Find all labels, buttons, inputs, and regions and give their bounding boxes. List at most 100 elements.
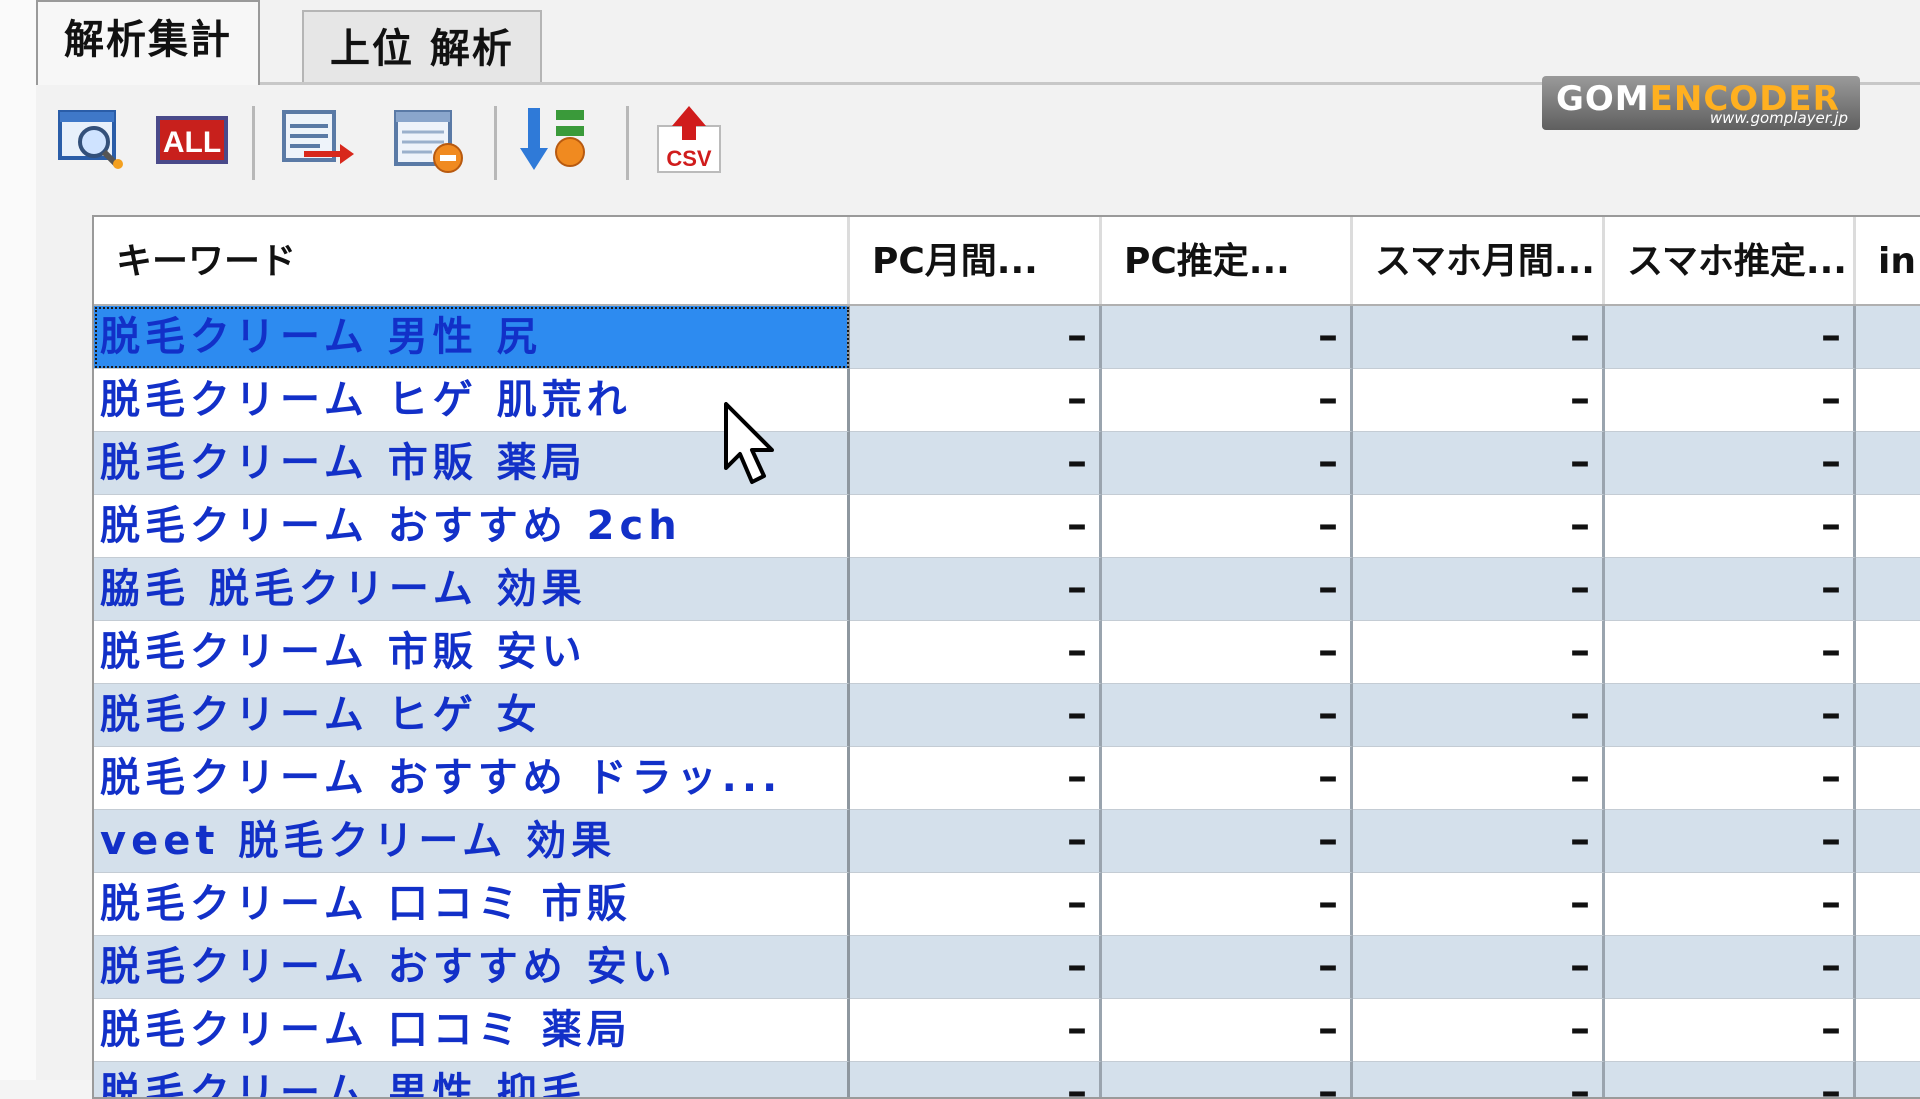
pc-monthly-cell[interactable]: – bbox=[850, 621, 1102, 684]
keyword-cell[interactable]: 脱毛クリーム 市販 安い bbox=[94, 621, 850, 684]
pc-monthly-cell[interactable]: – bbox=[850, 999, 1102, 1062]
keyword-cell[interactable]: 脱毛クリーム おすすめ 安い bbox=[94, 936, 850, 999]
delete-list-icon[interactable] bbox=[392, 104, 468, 176]
in-cell[interactable] bbox=[1856, 495, 1920, 558]
column-header-in[interactable]: in bbox=[1856, 217, 1920, 304]
table-row[interactable]: veet 脱毛クリーム 効果 – – – – bbox=[94, 810, 1920, 873]
smartphone-estimate-cell[interactable]: – bbox=[1605, 432, 1856, 495]
smartphone-estimate-cell[interactable]: – bbox=[1605, 558, 1856, 621]
pc-monthly-cell[interactable]: – bbox=[850, 810, 1102, 873]
pc-estimate-cell[interactable]: – bbox=[1102, 1062, 1353, 1097]
smartphone-estimate-cell[interactable]: – bbox=[1605, 936, 1856, 999]
keyword-cell[interactable]: 脱毛クリーム 口コミ 市販 bbox=[94, 873, 850, 936]
in-cell[interactable] bbox=[1856, 558, 1920, 621]
in-cell[interactable] bbox=[1856, 369, 1920, 432]
smartphone-monthly-cell[interactable]: – bbox=[1353, 684, 1605, 747]
smartphone-estimate-cell[interactable]: – bbox=[1605, 684, 1856, 747]
pc-monthly-cell[interactable]: – bbox=[850, 873, 1102, 936]
in-cell[interactable] bbox=[1856, 306, 1920, 369]
pc-monthly-cell[interactable]: – bbox=[850, 306, 1102, 369]
keyword-cell[interactable]: 脇毛 脱毛クリーム 効果 bbox=[94, 558, 850, 621]
smartphone-monthly-cell[interactable]: – bbox=[1353, 873, 1605, 936]
smartphone-estimate-cell[interactable]: – bbox=[1605, 747, 1856, 810]
pc-monthly-cell[interactable]: – bbox=[850, 936, 1102, 999]
pc-estimate-cell[interactable]: – bbox=[1102, 369, 1353, 432]
keyword-cell[interactable]: 脱毛クリーム 男性 尻 bbox=[94, 306, 850, 369]
csv-upload-icon[interactable]: CSV bbox=[652, 104, 728, 176]
smartphone-monthly-cell[interactable]: – bbox=[1353, 936, 1605, 999]
smartphone-monthly-cell[interactable]: – bbox=[1353, 432, 1605, 495]
table-row[interactable]: 脱毛クリーム おすすめ 安い – – – – bbox=[94, 936, 1920, 999]
column-header-pc-estimate[interactable]: PC推定... bbox=[1102, 217, 1353, 304]
pc-estimate-cell[interactable]: – bbox=[1102, 558, 1353, 621]
table-row[interactable]: 脱毛クリーム おすすめ 2ch – – – – bbox=[94, 495, 1920, 558]
smartphone-estimate-cell[interactable]: – bbox=[1605, 1062, 1856, 1097]
pc-monthly-cell[interactable]: – bbox=[850, 684, 1102, 747]
smartphone-monthly-cell[interactable]: – bbox=[1353, 558, 1605, 621]
pc-estimate-cell[interactable]: – bbox=[1102, 936, 1353, 999]
column-header-smartphone-estimate[interactable]: スマホ推定... bbox=[1605, 217, 1856, 304]
smartphone-monthly-cell[interactable]: – bbox=[1353, 999, 1605, 1062]
pc-estimate-cell[interactable]: – bbox=[1102, 810, 1353, 873]
column-header-keyword[interactable]: キーワード bbox=[94, 217, 850, 304]
pc-estimate-cell[interactable]: – bbox=[1102, 495, 1353, 558]
smartphone-estimate-cell[interactable]: – bbox=[1605, 495, 1856, 558]
smartphone-monthly-cell[interactable]: – bbox=[1353, 810, 1605, 873]
in-cell[interactable] bbox=[1856, 1062, 1920, 1097]
keyword-cell[interactable]: 脱毛クリーム おすすめ ドラッ... bbox=[94, 747, 850, 810]
all-icon[interactable]: ALL bbox=[154, 104, 230, 176]
in-cell[interactable] bbox=[1856, 621, 1920, 684]
table-row[interactable]: 脱毛クリーム 市販 薬局 – – – – bbox=[94, 432, 1920, 495]
search-window-icon[interactable] bbox=[56, 104, 132, 176]
column-header-pc-monthly[interactable]: PC月間... bbox=[850, 217, 1102, 304]
smartphone-estimate-cell[interactable]: – bbox=[1605, 999, 1856, 1062]
pc-estimate-cell[interactable]: – bbox=[1102, 999, 1353, 1062]
in-cell[interactable] bbox=[1856, 999, 1920, 1062]
in-cell[interactable] bbox=[1856, 684, 1920, 747]
smartphone-estimate-cell[interactable]: – bbox=[1605, 369, 1856, 432]
smartphone-monthly-cell[interactable]: – bbox=[1353, 369, 1605, 432]
table-row[interactable]: 脱毛クリーム 口コミ 市販 – – – – bbox=[94, 873, 1920, 936]
sort-icon[interactable] bbox=[518, 104, 594, 176]
smartphone-monthly-cell[interactable]: – bbox=[1353, 621, 1605, 684]
table-row[interactable]: 脇毛 脱毛クリーム 効果 – – – – bbox=[94, 558, 1920, 621]
pc-monthly-cell[interactable]: – bbox=[850, 558, 1102, 621]
pc-monthly-cell[interactable]: – bbox=[850, 369, 1102, 432]
pc-estimate-cell[interactable]: – bbox=[1102, 432, 1353, 495]
smartphone-estimate-cell[interactable]: – bbox=[1605, 873, 1856, 936]
keyword-cell[interactable]: 脱毛クリーム おすすめ 2ch bbox=[94, 495, 850, 558]
pc-monthly-cell[interactable]: – bbox=[850, 1062, 1102, 1097]
tab-analysis-summary[interactable]: 解析集計 bbox=[36, 0, 260, 85]
table-row[interactable]: 脱毛クリーム 市販 安い – – – – bbox=[94, 621, 1920, 684]
export-list-icon[interactable] bbox=[280, 104, 356, 176]
in-cell[interactable] bbox=[1856, 432, 1920, 495]
smartphone-monthly-cell[interactable]: – bbox=[1353, 747, 1605, 810]
table-row[interactable]: 脱毛クリーム ヒゲ 肌荒れ – – – – bbox=[94, 369, 1920, 432]
table-row[interactable]: 脱毛クリーム 男性 尻 – – – – bbox=[94, 306, 1920, 369]
in-cell[interactable] bbox=[1856, 747, 1920, 810]
smartphone-estimate-cell[interactable]: – bbox=[1605, 621, 1856, 684]
pc-monthly-cell[interactable]: – bbox=[850, 432, 1102, 495]
smartphone-estimate-cell[interactable]: – bbox=[1605, 306, 1856, 369]
keyword-cell[interactable]: 脱毛クリーム 男性 抑毛 bbox=[94, 1062, 850, 1097]
table-row[interactable]: 脱毛クリーム おすすめ ドラッ... – – – – bbox=[94, 747, 1920, 810]
smartphone-monthly-cell[interactable]: – bbox=[1353, 306, 1605, 369]
pc-monthly-cell[interactable]: – bbox=[850, 495, 1102, 558]
smartphone-monthly-cell[interactable]: – bbox=[1353, 1062, 1605, 1097]
keyword-cell[interactable]: 脱毛クリーム ヒゲ 女 bbox=[94, 684, 850, 747]
pc-estimate-cell[interactable]: – bbox=[1102, 621, 1353, 684]
table-row[interactable]: 脱毛クリーム ヒゲ 女 – – – – bbox=[94, 684, 1920, 747]
pc-monthly-cell[interactable]: – bbox=[850, 747, 1102, 810]
table-row[interactable]: 脱毛クリーム 男性 抑毛 – – – – bbox=[94, 1062, 1920, 1097]
in-cell[interactable] bbox=[1856, 810, 1920, 873]
column-header-smartphone-monthly[interactable]: スマホ月間... bbox=[1353, 217, 1605, 304]
pc-estimate-cell[interactable]: – bbox=[1102, 873, 1353, 936]
smartphone-estimate-cell[interactable]: – bbox=[1605, 810, 1856, 873]
table-row[interactable]: 脱毛クリーム 口コミ 薬局 – – – – bbox=[94, 999, 1920, 1062]
keyword-cell[interactable]: veet 脱毛クリーム 効果 bbox=[94, 810, 850, 873]
pc-estimate-cell[interactable]: – bbox=[1102, 684, 1353, 747]
smartphone-monthly-cell[interactable]: – bbox=[1353, 495, 1605, 558]
pc-estimate-cell[interactable]: – bbox=[1102, 306, 1353, 369]
tab-top-analysis[interactable]: 上位 解析 bbox=[302, 10, 542, 82]
keyword-cell[interactable]: 脱毛クリーム 口コミ 薬局 bbox=[94, 999, 850, 1062]
